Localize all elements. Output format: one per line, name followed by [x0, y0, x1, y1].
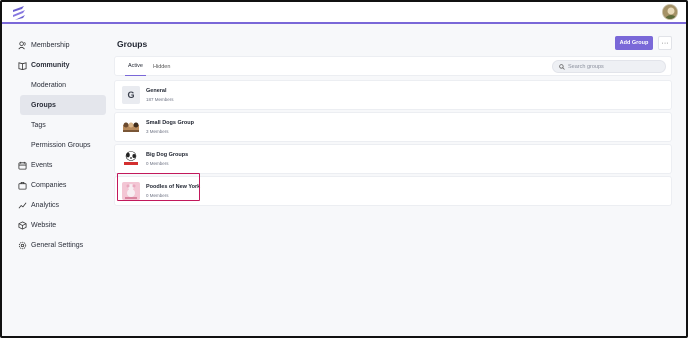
group-row-big-dog[interactable]: Big Dog Groups 0 Members: [114, 144, 672, 174]
sidebar-item-tags[interactable]: Tags: [20, 115, 106, 135]
gear-icon: [18, 241, 27, 249]
sidebar-item-groups[interactable]: Groups: [20, 95, 106, 115]
sidebar-item-label: Membership: [31, 41, 70, 49]
brand-logo-icon[interactable]: [11, 5, 27, 21]
sidebar-item-events[interactable]: Events: [18, 155, 106, 175]
briefcase-icon: [18, 181, 27, 190]
sidebar-item-label: Community: [31, 61, 70, 69]
group-member-count: 0 Members: [146, 161, 169, 166]
group-row-poodles[interactable]: Poodles of New York 0 Members: [114, 176, 672, 206]
sidebar-item-general-settings[interactable]: General Settings: [18, 235, 106, 255]
analytics-icon: [18, 202, 27, 208]
search-input[interactable]: [568, 63, 664, 70]
main-content: Groups Add Group ··· Active Hidden G Gen…: [114, 26, 672, 336]
tabs-bar: Active Hidden: [114, 56, 672, 76]
top-bar: [2, 2, 686, 24]
app-window: Membership Community Moderation Groups T…: [0, 0, 688, 338]
tab-active[interactable]: Active: [125, 57, 146, 76]
group-avatar: G: [122, 86, 140, 104]
group-member-count: 3 Members: [146, 129, 169, 134]
group-name: General: [146, 88, 167, 94]
sidebar-item-permission-groups[interactable]: Permission Groups: [20, 135, 106, 155]
sidebar-item-label: Website: [31, 221, 57, 229]
sidebar: Membership Community Moderation Groups T…: [2, 26, 112, 336]
user-avatar[interactable]: [662, 4, 678, 20]
add-group-button[interactable]: Add Group: [615, 36, 653, 50]
sidebar-item-companies[interactable]: Companies: [18, 175, 106, 195]
sidebar-item-label: General Settings: [31, 241, 84, 249]
group-avatar-letter: G: [127, 90, 135, 100]
sidebar-item-label: Companies: [31, 181, 67, 189]
search-icon: [559, 63, 565, 70]
page-title: Groups: [117, 39, 148, 49]
group-image: [122, 118, 140, 136]
website-icon: [18, 220, 27, 230]
members-icon: [18, 40, 26, 49]
tab-hidden[interactable]: Hidden: [153, 57, 170, 76]
group-row-general[interactable]: G General 187 Members: [114, 80, 672, 110]
sidebar-item-label: Moderation: [31, 81, 67, 89]
sidebar-item-moderation[interactable]: Moderation: [20, 75, 106, 95]
group-name: Small Dogs Group: [146, 120, 194, 126]
sidebar-item-analytics[interactable]: Analytics: [18, 195, 106, 215]
book-icon: [18, 61, 27, 70]
sidebar-item-label: Analytics: [31, 201, 60, 209]
more-options-button[interactable]: ···: [658, 36, 672, 50]
search-box[interactable]: [552, 60, 666, 73]
sidebar-item-membership[interactable]: Membership: [18, 35, 106, 55]
group-name: Big Dog Groups: [146, 152, 189, 158]
group-name: Poodles of New York: [146, 184, 201, 190]
group-member-count: 187 Members: [146, 97, 174, 102]
sidebar-item-community[interactable]: Community: [18, 55, 106, 75]
group-image: [122, 182, 140, 200]
group-image: [122, 150, 140, 168]
group-row-small-dogs[interactable]: Small Dogs Group 3 Members: [114, 112, 672, 142]
group-member-count: 0 Members: [146, 193, 169, 198]
calendar-icon: [18, 161, 27, 170]
sidebar-item-website[interactable]: Website: [18, 215, 106, 235]
sidebar-item-label: Tags: [31, 121, 46, 129]
sidebar-item-label: Groups: [31, 101, 56, 109]
sidebar-item-label: Events: [31, 161, 53, 169]
sidebar-item-label: Permission Groups: [31, 141, 91, 149]
